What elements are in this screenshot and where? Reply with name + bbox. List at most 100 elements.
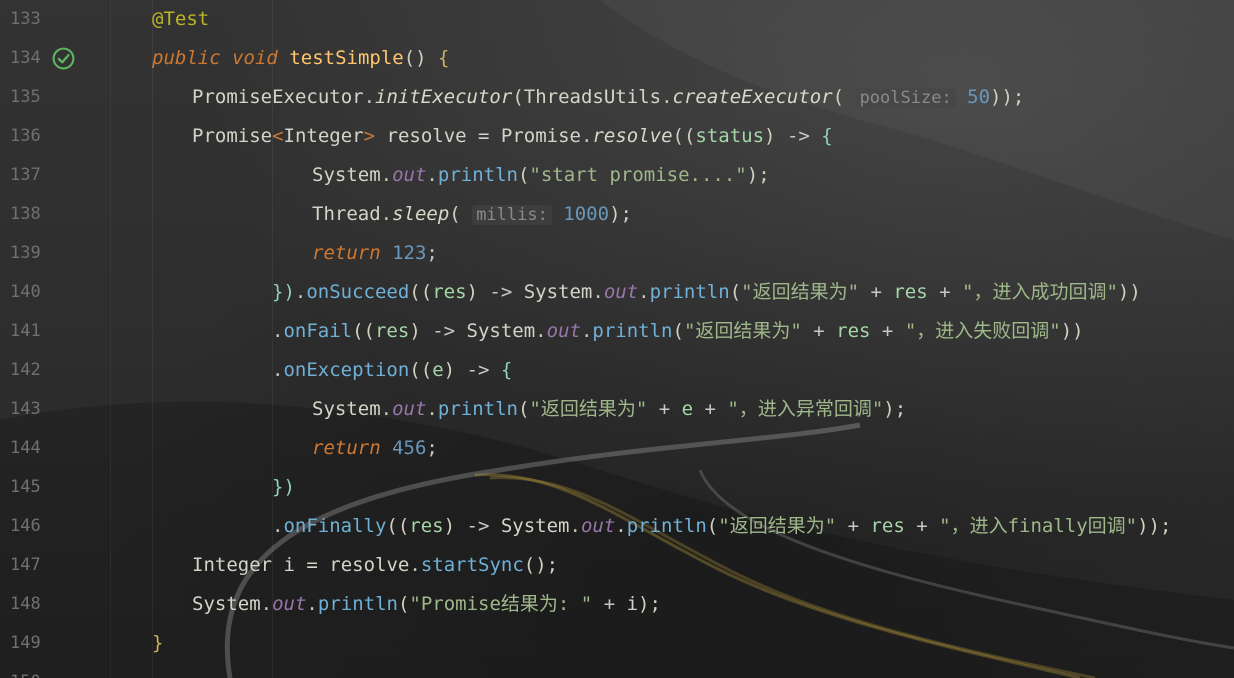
code-token: . <box>426 164 438 186</box>
code-token: println <box>626 515 707 537</box>
code-text[interactable]: return 123; <box>312 234 438 273</box>
code-token: onException <box>283 359 410 381</box>
code-token: ( <box>706 515 719 537</box>
code-token: e <box>681 398 694 420</box>
code-token: out <box>392 398 427 420</box>
code-line[interactable]: 135 PromiseExecutor.initExecutor(ThreadsU… <box>0 78 1234 117</box>
code-token: status <box>695 125 765 147</box>
code-token: return <box>312 437 381 459</box>
code-line[interactable]: 146 .onFinally((res) -> System.out.printl… <box>0 507 1234 546</box>
code-text[interactable]: PromiseExecutor.initExecutor(ThreadsUtil… <box>192 78 1024 118</box>
code-token: println <box>317 593 398 615</box>
code-line[interactable]: 140}).onSucceed((res) -> System.out.prin… <box>0 273 1234 312</box>
code-line[interactable]: 147 Integer i = resolve.startSync(); <box>0 546 1234 585</box>
code-token: > <box>363 125 376 147</box>
code-token: res <box>836 320 871 342</box>
code-token: System <box>523 281 593 303</box>
code-token: "返回结果为" <box>741 281 860 303</box>
code-text[interactable]: .onException((e) -> { <box>272 351 512 390</box>
code-token: . <box>272 359 284 381</box>
code-token: { <box>500 359 513 381</box>
code-token: -> <box>455 515 501 537</box>
code-text[interactable]: .onFinally((res) -> System.out.println("… <box>272 507 1171 546</box>
line-number: 137 <box>10 165 41 185</box>
code-line[interactable]: 144 return 456; <box>0 429 1234 468</box>
code-token: onFail <box>283 320 353 342</box>
code-text[interactable]: }) <box>272 468 295 507</box>
code-text[interactable]: @Test <box>152 0 209 39</box>
code-token: System <box>312 398 381 420</box>
line-number: 148 <box>10 594 41 614</box>
parameter-hint: poolSize: <box>855 88 956 108</box>
code-token: "返回结果为" <box>529 398 648 420</box>
code-line[interactable]: 143 System.out.println("返回结果为" + e + "，进入… <box>0 390 1234 429</box>
code-token: Promise <box>500 125 581 147</box>
code-text[interactable]: Thread.sleep( millis: 1000); <box>312 195 632 235</box>
code-line[interactable]: 142 .onException((e) -> { <box>0 351 1234 390</box>
code-token: + <box>904 515 940 537</box>
code-line[interactable]: 150 <box>0 663 1234 678</box>
code-token: . <box>426 398 438 420</box>
code-text[interactable]: System.out.println("Promise结果为: " + i); <box>192 585 661 624</box>
code-token: ( <box>517 164 530 186</box>
code-token: ( <box>397 593 410 615</box>
code-token: )) <box>1060 320 1084 342</box>
code-token: { <box>821 125 833 147</box>
code-token: Promise <box>192 125 273 147</box>
code-token: PromiseExecutor <box>192 86 364 108</box>
line-number: 138 <box>10 204 41 224</box>
code-token: "，进入成功回调" <box>962 281 1118 303</box>
code-line[interactable]: 133 @Test <box>0 0 1234 39</box>
code-line[interactable]: 141 .onFail((res) -> System.out.println("… <box>0 312 1234 351</box>
code-token: ); <box>638 593 661 615</box>
code-token: public <box>152 47 221 69</box>
code-token: ( <box>672 320 684 342</box>
code-text[interactable]: Promise<Integer> resolve = Promise.resol… <box>192 117 833 156</box>
code-line[interactable]: 149} <box>0 624 1234 663</box>
code-token: . <box>580 125 593 147</box>
line-number: 139 <box>10 243 41 263</box>
code-token: ( <box>512 86 524 108</box>
code-text[interactable]: }).onSucceed((res) -> System.out.println… <box>272 273 1141 312</box>
line-number: 141 <box>10 321 41 341</box>
code-token: out <box>272 593 307 615</box>
code-line[interactable]: 138 Thread.sleep( millis: 1000); <box>0 195 1234 234</box>
code-line[interactable]: 136 Promise<Integer> resolve = Promise.re… <box>0 117 1234 156</box>
code-token: println <box>649 281 730 303</box>
code-token: . <box>260 593 273 615</box>
code-token: + <box>801 320 837 342</box>
code-token: )); <box>990 86 1025 108</box>
run-test-check-icon[interactable] <box>51 46 76 71</box>
line-number: 136 <box>10 126 41 146</box>
code-token: res <box>893 281 928 303</box>
code-text[interactable]: System.out.println("start promise...."); <box>312 156 770 195</box>
code-token: i <box>626 593 639 615</box>
line-number: 147 <box>10 555 41 575</box>
code-token: Integer <box>283 125 364 147</box>
code-token: out <box>546 320 581 342</box>
code-text[interactable]: public void testSimple() { <box>152 39 450 78</box>
code-text[interactable]: return 456; <box>312 429 438 468</box>
code-line[interactable]: 145}) <box>0 468 1234 507</box>
code-token: + <box>927 281 963 303</box>
code-token: + <box>870 320 905 342</box>
code-token: Thread <box>312 203 381 225</box>
code-line[interactable]: 139 return 123; <box>0 234 1234 273</box>
code-token: i = <box>272 554 330 576</box>
code-token: "，进入异常回调" <box>727 398 884 420</box>
code-token: @Test <box>152 8 210 30</box>
code-token: println <box>592 320 673 342</box>
code-line[interactable]: 134 public void testSimple() { <box>0 39 1234 78</box>
code-text[interactable]: .onFail((res) -> System.out.println("返回结… <box>272 312 1084 351</box>
code-text[interactable]: } <box>152 624 163 663</box>
code-token: 123 <box>392 242 427 264</box>
code-text[interactable]: System.out.println("返回结果为" + e + "，进入异常回… <box>312 390 906 429</box>
code-text[interactable]: Integer i = resolve.startSync(); <box>192 546 558 585</box>
code-token: Integer <box>192 554 273 576</box>
code-line[interactable]: 137 System.out.println("start promise....… <box>0 156 1234 195</box>
code-line[interactable]: 148 System.out.println("Promise结果为: " + i… <box>0 585 1234 624</box>
code-editor[interactable]: 133 @Test 134 public void testSimple() {135… <box>0 0 1234 678</box>
code-token: 50 <box>967 86 991 108</box>
